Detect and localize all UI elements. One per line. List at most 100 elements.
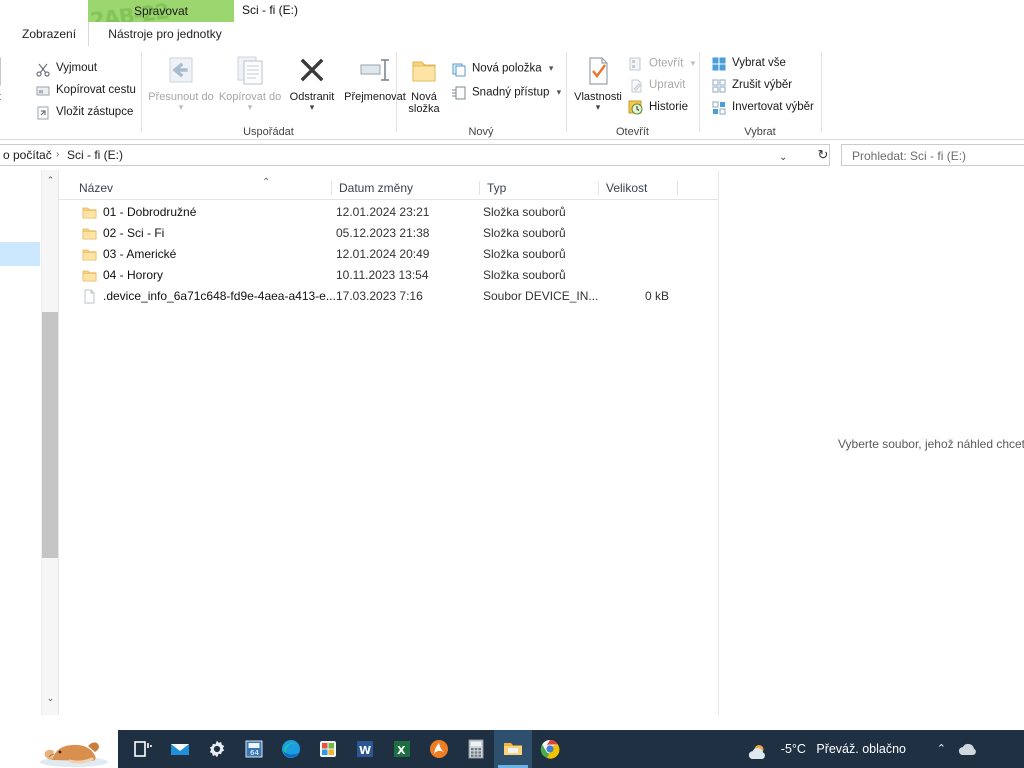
tray-expand-chevron-icon[interactable]: ⌃ xyxy=(937,730,946,768)
column-header-size[interactable]: Velikost xyxy=(600,177,678,199)
taskbar-word[interactable]: W xyxy=(346,730,384,768)
fox-image xyxy=(0,730,118,768)
open-button[interactable]: Otevřít ▾ xyxy=(627,53,695,74)
nav-pane-scrollbar[interactable]: ⌃ ⌄ xyxy=(41,170,59,715)
taskbar-calculator[interactable] xyxy=(457,730,495,768)
cut-label: Vyjmout xyxy=(56,62,98,74)
svg-text:W: W xyxy=(359,744,371,757)
weather-condition: Převáž. oblačno xyxy=(816,742,906,756)
taskbar-mail[interactable] xyxy=(161,730,199,768)
column-header-date[interactable]: Datum změny xyxy=(333,177,481,199)
delete-caret-icon[interactable]: ▾ xyxy=(285,103,339,112)
folder-icon xyxy=(503,739,523,759)
column-header-type[interactable]: Typ xyxy=(481,177,599,199)
window-title: Sci - fi (E:) xyxy=(242,3,298,17)
properties-caret-icon[interactable]: ▾ xyxy=(569,103,627,112)
move-to-caret-icon[interactable]: ▾ xyxy=(148,103,214,112)
column-header-name[interactable]: Název xyxy=(73,177,335,199)
scroll-down-arrow-icon[interactable]: ⌄ xyxy=(42,690,59,707)
search-input[interactable]: Prohledat: Sci - fi (E:) xyxy=(841,144,1024,166)
taskbar-settings[interactable] xyxy=(198,730,236,768)
taskbar-store[interactable] xyxy=(309,730,347,768)
new-item-caret-icon[interactable]: ▾ xyxy=(549,58,554,79)
edit-button[interactable]: Upravit xyxy=(627,75,685,96)
svg-text:X: X xyxy=(397,744,406,757)
breadcrumb-separator: › xyxy=(56,149,60,160)
nav-pane-selected-item[interactable] xyxy=(0,242,40,266)
select-none-button[interactable]: Zrušit výběr xyxy=(710,75,792,96)
file-date: 12.01.2024 20:49 xyxy=(336,247,430,261)
edit-label: Upravit xyxy=(649,79,686,91)
invert-selection-icon xyxy=(711,100,727,116)
address-bar-row: o počítač › Sci - fi (E:) ⌄ ↻ Prohledat:… xyxy=(0,141,1024,169)
folder-icon xyxy=(82,226,97,241)
acrobat-icon xyxy=(429,739,449,759)
paste-shortcut-label: Vložit zástupce xyxy=(56,106,134,118)
svg-text:64: 64 xyxy=(250,749,259,757)
desktop-peek-panel[interactable] xyxy=(0,730,118,768)
move-to-icon xyxy=(148,54,214,88)
group-label-open: Otevřít xyxy=(615,126,649,138)
taskbar-file-explorer[interactable] xyxy=(494,730,532,768)
open-caret-icon[interactable]: ▾ xyxy=(691,53,696,74)
weather-widget[interactable]: -5°C Převáž. oblačno xyxy=(748,730,906,768)
copy-path-icon: w xyxy=(35,83,51,99)
column-sep-2[interactable] xyxy=(479,181,480,195)
explorer-content: ⌃ ⌄ Název ⌃ Datum změny Typ Velikost 01 … xyxy=(0,170,1024,715)
paste-button[interactable]: ložit xyxy=(0,54,22,103)
easy-access-button[interactable]: Snadný přístup ▾ xyxy=(450,82,561,103)
address-bar[interactable]: o počítač › Sci - fi (E:) ⌄ xyxy=(0,144,830,166)
invert-selection-button[interactable]: Invertovat výběr xyxy=(710,97,814,118)
breadcrumb-drive[interactable]: Sci - fi (E:) xyxy=(67,148,123,162)
column-header-row: Název ⌃ Datum změny Typ Velikost xyxy=(59,177,718,200)
delete-button[interactable]: Odstranit ▾ xyxy=(285,54,339,112)
taskbar-acrobat[interactable] xyxy=(420,730,458,768)
chevron-down-icon[interactable]: ⌄ xyxy=(779,152,787,163)
easy-access-caret-icon[interactable]: ▾ xyxy=(557,82,562,103)
refresh-button[interactable]: ↻ xyxy=(814,144,832,166)
column-sep-4[interactable] xyxy=(677,181,678,195)
table-row[interactable]: 04 - Horory 10.11.2023 13:54 Složka soub… xyxy=(59,265,718,286)
properties-button[interactable]: Vlastnosti ▾ xyxy=(569,54,627,112)
tab-zobrazeni[interactable]: Zobrazení xyxy=(12,22,86,46)
table-row[interactable]: 02 - Sci - Fi 05.12.2023 21:38 Složka so… xyxy=(59,223,718,244)
column-sep-1[interactable] xyxy=(331,181,332,195)
breadcrumb-computer[interactable]: o počítač xyxy=(3,148,52,162)
table-row[interactable]: 03 - Americké 12.01.2024 20:49 Složka so… xyxy=(59,244,718,265)
ribbon-group-new: Nová složka Nová položka ▾ Snadný přístu… xyxy=(397,46,565,140)
tab-nastroje-pro-jednotky[interactable]: Nástroje pro jednotky xyxy=(96,22,234,46)
select-none-label: Zrušit výběr xyxy=(732,79,793,91)
select-all-icon xyxy=(711,56,727,72)
ribbon: ložit Vyjmout w xyxy=(0,46,1024,140)
new-folder-label: Nová složka xyxy=(408,91,440,115)
taskbar-task-view[interactable] xyxy=(124,730,162,768)
taskbar-app-64[interactable]: 64 xyxy=(235,730,273,768)
select-all-button[interactable]: Vybrat vše xyxy=(710,53,786,74)
shortcut-icon xyxy=(35,105,51,121)
history-button[interactable]: Historie xyxy=(627,97,688,118)
file-explorer-window: 2AB-22 Spravovat Zobrazení Nástroje pro … xyxy=(0,0,1024,768)
move-to-button[interactable]: Přesunout do ▾ xyxy=(148,54,214,112)
copy-to-button[interactable]: Kopírovat do ▾ xyxy=(217,54,283,112)
taskbar-edge[interactable] xyxy=(272,730,310,768)
cut-button[interactable]: Vyjmout xyxy=(34,58,97,79)
open-icon xyxy=(628,56,644,72)
scrollbar-thumb[interactable] xyxy=(42,312,59,558)
new-folder-button[interactable]: Nová složka xyxy=(397,54,451,115)
table-row[interactable]: .device_info_6a71c648-fd9e-4aea-a413-e..… xyxy=(59,286,718,307)
paste-shortcut-button[interactable]: Vložit zástupce xyxy=(34,102,133,123)
contextual-tab-header: 2AB-22 Spravovat xyxy=(88,0,234,22)
column-sep-3[interactable] xyxy=(598,181,599,195)
preview-pane-splitter[interactable] xyxy=(718,170,719,715)
copy-to-caret-icon[interactable]: ▾ xyxy=(217,103,283,112)
copy-path-button[interactable]: w Kopírovat cestu xyxy=(34,80,136,101)
taskbar-chrome[interactable] xyxy=(531,730,569,768)
new-item-button[interactable]: Nová položka ▾ xyxy=(450,58,553,79)
file-date: 10.11.2023 13:54 xyxy=(336,268,429,282)
onedrive-icon[interactable] xyxy=(956,742,980,756)
scroll-up-arrow-icon[interactable]: ⌃ xyxy=(42,172,59,189)
file-size: 0 kB xyxy=(644,289,669,303)
taskbar-excel[interactable]: X xyxy=(383,730,421,768)
table-row[interactable]: 01 - Dobrodružné 12.01.2024 23:21 Složka… xyxy=(59,202,718,223)
folder-icon xyxy=(82,247,97,262)
